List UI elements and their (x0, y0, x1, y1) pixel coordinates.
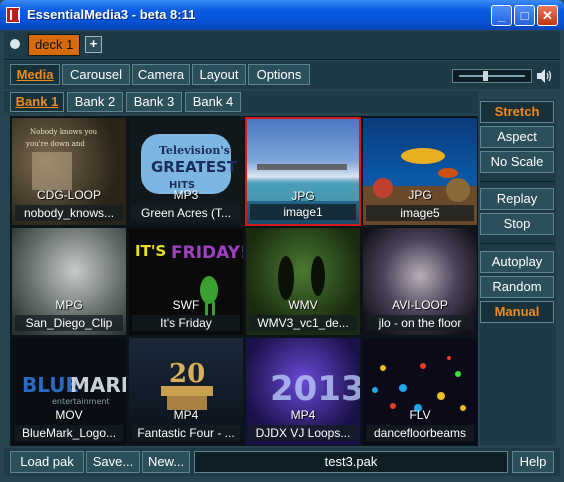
media-tile[interactable]: FLV dancefloorbeams (362, 337, 478, 446)
tile-name-label: image5 (366, 205, 474, 221)
media-tile[interactable]: IT'S FRIDAY! SWF It's Friday (128, 227, 244, 336)
tab-options[interactable]: Options (248, 64, 310, 85)
autoplay-button[interactable]: Autoplay (480, 251, 554, 273)
tile-type-label: MP4 (290, 408, 316, 422)
pak-filename-field: test3.pak (194, 451, 508, 473)
tile-name-label: It's Friday (132, 315, 240, 331)
tile-name-label: jlo - on the floor (366, 315, 474, 331)
title-bar[interactable]: EssentialMedia3 - beta 8:11 _ □ ✕ (0, 0, 564, 30)
media-tile[interactable]: Television's GREATEST HITS MP3 Green Acres… (128, 117, 244, 226)
help-button[interactable]: Help (512, 451, 554, 473)
tab-camera[interactable]: Camera (132, 64, 190, 85)
random-button[interactable]: Random (480, 276, 554, 298)
media-tile[interactable]: Nobody knows you you're down and CDG-LOOP… (11, 117, 127, 226)
media-tile[interactable]: BLUEMARKentertainment MOV BlueMark_Logo.… (11, 337, 127, 446)
add-deck-button[interactable]: + (85, 36, 102, 53)
tile-name-label: San_Diego_Clip (15, 315, 123, 331)
deck-tab-1[interactable]: deck 1 (28, 34, 81, 56)
tile-type-label: SWF (172, 298, 200, 312)
window-title: EssentialMedia3 - beta 8:11 (27, 7, 196, 22)
minimize-icon: _ (497, 8, 506, 23)
load-pak-button[interactable]: Load pak (10, 451, 84, 473)
tile-name-label: BlueMark_Logo... (15, 425, 123, 441)
no-scale-button[interactable]: No Scale (480, 151, 554, 173)
replay-button[interactable]: Replay (480, 188, 554, 210)
menu-bar: Media Carousel Camera Layout Options (4, 61, 560, 89)
svg-text:FRIDAY!: FRIDAY! (171, 243, 244, 263)
tab-bank-2[interactable]: Bank 2 (67, 92, 123, 112)
stretch-button[interactable]: Stretch (480, 101, 554, 123)
tab-carousel[interactable]: Carousel (62, 64, 130, 85)
close-icon: ✕ (542, 8, 553, 23)
svg-text:MARK: MARK (70, 373, 127, 397)
tile-name-label: nobody_knows... (15, 205, 123, 221)
tab-bank-3[interactable]: Bank 3 (126, 92, 182, 112)
save-button[interactable]: Save... (86, 451, 140, 473)
tile-name-label: image1 (250, 204, 356, 220)
divider (480, 181, 554, 182)
tile-type-label: MP4 (173, 408, 199, 422)
deck-bar: deck 1 + (4, 31, 560, 60)
tile-name-label: DJDX VJ Loops... (249, 425, 357, 441)
tab-media[interactable]: Media (10, 64, 60, 85)
svg-text:2013: 2013 (270, 369, 361, 409)
tile-name-label: WMV3_vc1_de... (249, 315, 357, 331)
new-button[interactable]: New... (142, 451, 190, 473)
media-tile[interactable]: JPG image5 (362, 117, 478, 226)
media-tile[interactable]: JPG image1 (245, 117, 361, 226)
media-tile[interactable]: 2013 MP4 DJDX VJ Loops... (245, 337, 361, 446)
volume-slider[interactable] (452, 69, 532, 83)
stop-button[interactable]: Stop (480, 213, 554, 235)
tile-type-label: MPG (55, 298, 83, 312)
speaker-icon[interactable] (535, 68, 555, 84)
app-window: EssentialMedia3 - beta 8:11 _ □ ✕ deck 1… (0, 0, 564, 482)
svg-text:Television's: Television's (159, 144, 230, 157)
tile-type-label: FLV (409, 408, 431, 422)
svg-text:20: 20 (169, 359, 205, 389)
media-grid: Nobody knows you you're down and CDG-LOOP… (10, 116, 478, 446)
tile-type-label: JPG (291, 189, 315, 203)
minimize-button[interactable]: _ (491, 5, 512, 26)
display-options-panel: Stretch Aspect No Scale Replay Stop Auto… (480, 99, 556, 445)
svg-text:IT'S: IT'S (135, 242, 166, 260)
media-tile[interactable]: AVI-LOOP jlo - on the floor (362, 227, 478, 336)
app-icon (6, 7, 20, 23)
tile-name-label: Fantastic Four - ... (132, 425, 240, 441)
tile-type-label: MOV (55, 408, 83, 422)
media-tile[interactable]: WMV WMV3_vc1_de... (245, 227, 361, 336)
bottom-bar: Load pak Save... New... test3.pak Help (4, 448, 560, 476)
media-tile[interactable]: MPG San_Diego_Clip (11, 227, 127, 336)
divider (480, 243, 554, 244)
tile-type-label: WMV (288, 298, 318, 312)
tab-bank-1[interactable]: Bank 1 (10, 92, 64, 112)
manual-button[interactable]: Manual (480, 301, 554, 323)
bank-bar: Bank 1 Bank 2 Bank 3 Bank 4 (4, 91, 478, 113)
tile-name-label: dancefloorbeams (366, 425, 474, 441)
tab-bank-4[interactable]: Bank 4 (185, 92, 241, 112)
svg-text:Nobody knows you: Nobody knows you (30, 128, 98, 136)
deck-indicator-icon (10, 39, 20, 49)
tile-type-label: CDG-LOOP (36, 188, 101, 202)
svg-text:you're down and: you're down and (25, 140, 85, 148)
media-tile[interactable]: 20 MP4 Fantastic Four - ... (128, 337, 244, 446)
tile-type-label: AVI-LOOP (392, 298, 448, 312)
maximize-icon: □ (520, 8, 529, 23)
aspect-button[interactable]: Aspect (480, 126, 554, 148)
tile-type-label: MP3 (173, 188, 199, 202)
svg-text:GREATEST: GREATEST (151, 158, 238, 176)
maximize-button[interactable]: □ (514, 5, 535, 26)
volume-slider-track (459, 75, 525, 77)
tab-layout[interactable]: Layout (192, 64, 246, 85)
tile-type-label: JPG (408, 188, 432, 202)
close-button[interactable]: ✕ (537, 5, 558, 26)
tile-name-label: Green Acres (T... (132, 205, 240, 221)
svg-text:entertainment: entertainment (52, 397, 110, 406)
volume-slider-thumb[interactable] (483, 71, 488, 81)
